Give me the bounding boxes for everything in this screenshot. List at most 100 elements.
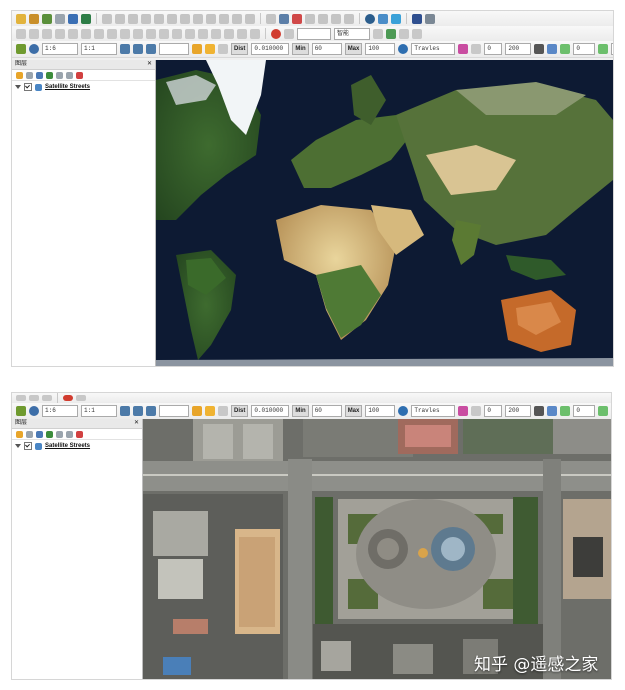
panel-close-icon[interactable]: ✕	[134, 419, 139, 428]
dist-field[interactable]: 0.010000	[251, 43, 290, 55]
plus-icon[interactable]	[205, 406, 215, 416]
node-tool-icon[interactable]	[128, 13, 138, 24]
label-pin-icon[interactable]	[279, 13, 289, 24]
edit-pencil-icon[interactable]	[16, 395, 26, 401]
book-icon[interactable]	[412, 13, 422, 24]
globe-icon[interactable]	[398, 406, 409, 416]
region-icon[interactable]	[218, 44, 228, 54]
edit-pencil-icon[interactable]	[55, 13, 65, 24]
step-icon[interactable]	[598, 406, 609, 416]
palette-icon[interactable]	[458, 406, 469, 416]
eye-icon[interactable]	[547, 44, 558, 54]
map-canvas-world[interactable]	[156, 60, 613, 366]
num-field-3[interactable]: 0	[573, 405, 596, 417]
zoom-layer-icon[interactable]	[68, 28, 78, 39]
manage-visibility-icon[interactable]	[36, 71, 43, 79]
map-canvas-city[interactable]	[143, 419, 611, 679]
delete-icon[interactable]	[180, 13, 190, 24]
eye-icon[interactable]	[547, 406, 558, 416]
collapse-icon[interactable]	[66, 430, 73, 438]
arrow-tool-icon[interactable]	[146, 406, 156, 416]
region-icon[interactable]	[218, 406, 228, 416]
field-calc-icon[interactable]	[185, 28, 195, 39]
node-tool-icon[interactable]	[29, 395, 39, 401]
label-tool-icon[interactable]	[266, 13, 276, 24]
layer-visibility-checkbox[interactable]	[24, 83, 32, 91]
max-field[interactable]: 100	[365, 405, 396, 417]
zoom-last-icon[interactable]	[94, 28, 104, 39]
identify-icon[interactable]	[133, 28, 143, 39]
color-picker-icon[interactable]	[63, 395, 73, 401]
dist-field[interactable]: 0.010000	[251, 405, 290, 417]
redo-icon[interactable]	[245, 13, 255, 24]
palette-icon[interactable]	[458, 44, 469, 54]
histogram-icon[interactable]	[192, 406, 202, 416]
annotation-icon[interactable]	[237, 28, 247, 39]
filter-icon[interactable]	[46, 430, 53, 438]
open-project-icon[interactable]	[29, 13, 39, 24]
curve-tool-icon[interactable]	[120, 44, 130, 54]
num-field-2[interactable]: 200	[505, 43, 532, 55]
stats-icon[interactable]	[211, 28, 221, 39]
snapping-icon[interactable]	[373, 28, 383, 39]
topology-icon[interactable]	[399, 28, 409, 39]
num-field-1[interactable]: 0	[484, 405, 503, 417]
label-show-icon[interactable]	[344, 13, 354, 24]
scale-combo-1[interactable]: 1:6	[42, 405, 78, 417]
pan-icon[interactable]	[16, 28, 26, 39]
bookmark-icon[interactable]	[224, 28, 234, 39]
filter-icon[interactable]	[46, 71, 53, 79]
refresh-icon[interactable]	[120, 28, 130, 39]
curve-tool-icon[interactable]	[120, 406, 130, 416]
min-field[interactable]: 60	[311, 405, 342, 417]
num-field-1[interactable]: 0	[484, 43, 503, 55]
save-edits-icon[interactable]	[42, 395, 52, 401]
layer-name[interactable]: Satellite Streets	[45, 84, 90, 90]
label-tool-icon[interactable]	[76, 395, 86, 401]
number-box-icon[interactable]	[471, 44, 482, 54]
expand-arrow-icon[interactable]	[15, 85, 21, 89]
number-box-icon[interactable]	[471, 406, 482, 416]
trace-icon[interactable]	[386, 28, 396, 39]
add-vector-icon[interactable]	[42, 13, 52, 24]
database-icon[interactable]	[534, 406, 545, 416]
panel-close-icon[interactable]: ✕	[147, 60, 152, 69]
open-layer-styling-icon[interactable]	[16, 71, 23, 79]
network-icon[interactable]	[391, 13, 401, 24]
magnifier-icon[interactable]	[29, 406, 39, 416]
digitize-icon[interactable]	[102, 13, 112, 24]
font-icon[interactable]	[284, 28, 294, 39]
plugin-icon[interactable]	[378, 13, 388, 24]
zoom-selection-icon[interactable]	[81, 28, 91, 39]
num-field-4[interactable]: 1	[611, 43, 613, 55]
zoom-full-icon[interactable]	[55, 28, 65, 39]
plus-icon[interactable]	[205, 44, 215, 54]
intersection-icon[interactable]	[412, 28, 422, 39]
expand-arrow-icon[interactable]	[15, 444, 21, 448]
attribute-table-icon[interactable]	[172, 28, 182, 39]
tools-icon[interactable]	[425, 13, 435, 24]
magnifier-icon[interactable]	[29, 44, 39, 54]
manage-visibility-icon[interactable]	[36, 430, 43, 438]
layer-green-icon[interactable]	[560, 44, 571, 54]
raster-calc-icon[interactable]	[16, 406, 26, 416]
zoom-out-icon[interactable]	[42, 28, 52, 39]
num-field-4[interactable]: 1	[611, 405, 612, 417]
open-layer-styling-icon[interactable]	[16, 430, 23, 438]
num-field-3[interactable]: 0	[573, 43, 596, 55]
save-edits-icon[interactable]	[141, 13, 151, 24]
step-icon[interactable]	[598, 44, 609, 54]
paste-icon[interactable]	[219, 13, 229, 24]
histogram-icon[interactable]	[192, 44, 202, 54]
zoom-in-icon[interactable]	[29, 28, 39, 39]
scale-combo-2[interactable]: 1:1	[81, 43, 117, 55]
scale-combo-1[interactable]: 1:6	[42, 43, 78, 55]
layer-visibility-checkbox[interactable]	[24, 442, 32, 450]
travel-combo[interactable]: Travles	[411, 43, 456, 55]
highlight-icon[interactable]	[292, 13, 302, 24]
language-combo[interactable]: 智能	[334, 27, 370, 40]
label-rotate-icon[interactable]	[318, 13, 328, 24]
profile-tool-icon[interactable]	[133, 406, 143, 416]
save-project-icon[interactable]	[81, 13, 91, 24]
add-feature-icon[interactable]	[154, 13, 164, 24]
